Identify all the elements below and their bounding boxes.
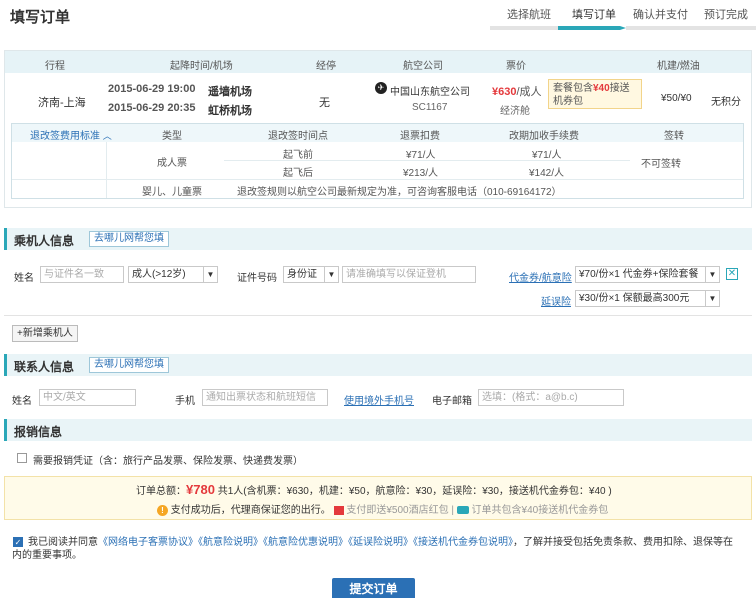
passenger-type-select[interactable]: 成人(>12岁) ▼ (128, 266, 218, 283)
col-stops: 经停 (316, 61, 336, 72)
agreement-link[interactable]: 《延误险说明》 (348, 537, 413, 548)
chevron-down-icon: ▼ (203, 267, 217, 282)
email-label: 电子邮箱 (432, 396, 472, 407)
chevron-down-icon: ▼ (705, 267, 719, 282)
email-input[interactable]: 选填：(格式：a@b.c) (478, 389, 624, 406)
reimburse-section-title: 报销信息 (14, 425, 63, 439)
step-confirm-pay: 确认并支付 (633, 9, 688, 21)
ticket-price: ¥630/成人 (492, 86, 542, 98)
reimburse-section-header (4, 419, 752, 441)
airline-name: 中国山东航空公司 (390, 87, 470, 98)
rule-change: ¥71/人 (532, 150, 562, 161)
adult-ticket-label: 成人票 (157, 158, 187, 169)
rule-refund: ¥213/人 (403, 168, 439, 179)
col-airline: 航空公司 (403, 61, 443, 72)
passenger-section-title: 乘机人信息 (14, 234, 75, 248)
tax-fee: ¥50/¥0 (661, 93, 692, 104)
reimburse-checkbox-label: 需要报销凭证（含：旅行产品发票、保险发票、快递费发票） (33, 456, 303, 467)
rules-divider (12, 179, 743, 180)
col-price: 票价 (506, 61, 526, 72)
col-route: 行程 (45, 61, 65, 72)
insurance-coupon-link[interactable]: 代金券/航意险 (509, 269, 572, 284)
rules-col-refund: 退票扣费 (400, 131, 440, 142)
airline-logo-icon: ✈ (375, 82, 387, 94)
chevron-up-icon: ︿ (102, 131, 112, 141)
chevron-down-icon: ▼ (705, 291, 719, 306)
contact-name-label: 姓名 (12, 396, 32, 407)
contact-name-input[interactable]: 中文/英文 (39, 389, 136, 406)
rules-col-type: 类型 (162, 131, 182, 142)
agreement-link[interactable]: 《航意险优惠说明》 (263, 537, 348, 548)
rule-refund: ¥71/人 (406, 150, 436, 161)
step-select-flight: 选择航班 (507, 9, 551, 21)
rules-col-time: 退改签时间点 (268, 131, 328, 142)
order-total-line: 订单总额：¥780 共1人(含机票：¥630，机建：¥50，航意险：¥30，延误… (136, 482, 612, 497)
rules-col-endorse: 签转 (664, 131, 684, 142)
phone-input[interactable]: 通知出票状态和航班短信 (202, 389, 328, 406)
dep-airport: 遥墙机场 (208, 86, 252, 98)
arr-datetime: 2015-06-29 20:35 (108, 102, 196, 114)
contact-section-title: 联系人信息 (14, 360, 75, 374)
gift-icon (333, 505, 344, 515)
agreement-text: 我已阅读并同意《网络电子客票协议》《航意险说明》《航意险优惠说明》《延误险说明》… (12, 537, 733, 561)
col-tax: 机建/燃油 (657, 61, 700, 72)
rules-divider (106, 142, 107, 198)
phone-label: 手机 (175, 396, 195, 407)
endorse-value: 不可签转 (641, 159, 681, 170)
page-title: 填写订单 (10, 9, 71, 26)
step-bar-rest (626, 26, 756, 30)
step-complete: 预订完成 (704, 9, 748, 21)
car-icon (456, 506, 469, 515)
submit-order-button[interactable]: 提交订单 (332, 578, 415, 598)
insurance-coupon-select[interactable]: ¥70/份×1 代金券+保险套餐 ▼ (575, 266, 720, 283)
package-tag: 套餐包含¥40接送机券包 (548, 79, 642, 109)
close-icon[interactable]: ✕ (726, 268, 738, 280)
passenger-name-label: 姓名 (14, 273, 34, 284)
agreement-link[interactable]: 《网络电子客票协议》 (98, 537, 198, 548)
passenger-help-button[interactable]: 去哪儿网帮您填 (89, 231, 169, 247)
rules-col-change: 改期加收手续费 (509, 131, 579, 142)
id-type-select[interactable]: 身份证 ▼ (283, 266, 339, 283)
id-number-input[interactable]: 请准确填写以保证登机 (342, 266, 476, 283)
chevron-down-icon: ▼ (324, 267, 338, 282)
rule-time: 起飞前 (283, 150, 313, 161)
step-bar-1 (490, 26, 558, 30)
col-time-airport: 起降时间/机场 (170, 61, 233, 72)
flight-table-header (5, 51, 751, 73)
refund-rules-toggle[interactable]: 退改签费用标准 ︿ (30, 127, 112, 142)
flight-number: SC1167 (412, 102, 448, 113)
reimburse-checkbox[interactable] (17, 453, 27, 463)
id-number-label: 证件号码 (237, 273, 277, 284)
child-ticket-label: 婴儿、儿童票 (142, 187, 202, 198)
arr-airport: 虹桥机场 (208, 105, 252, 117)
add-passenger-button[interactable]: +新增乘机人 (12, 325, 78, 342)
foreign-phone-link[interactable]: 使用境外手机号 (344, 392, 414, 407)
delay-insurance-select[interactable]: ¥30/份×1 保额最高300元 ▼ (575, 290, 720, 307)
refund-rules-header (12, 124, 743, 142)
agreement-link[interactable]: 《航意险说明》 (198, 537, 263, 548)
dep-datetime: 2015-06-29 19:00 (108, 83, 196, 95)
cabin-class: 经济舱 (500, 106, 530, 117)
passenger-name-input[interactable]: 与证件名一致 (40, 266, 124, 283)
order-total-amount: ¥780 (186, 482, 215, 497)
points-info: 无积分 (711, 97, 741, 108)
child-ticket-note: 退改签规则以航空公司最新规定为准，可咨询客服电话（010-69164172） (237, 187, 562, 198)
progress-steps: 选择航班 填写订单 确认并支付 预订完成 (490, 6, 756, 30)
step-fill-order: 填写订单 (572, 9, 616, 21)
delay-insurance-link[interactable]: 延误险 (541, 293, 571, 308)
flight-route: 济南-上海 (38, 97, 86, 109)
rule-time: 起飞后 (283, 168, 313, 179)
payment-notice: ! 支付成功后，代理商保证您的出行。 支付即送¥500酒店红包 | 订单共包含¥… (157, 501, 608, 516)
flight-stops: 无 (319, 97, 330, 109)
agreement-link[interactable]: 《接送机代金券包说明》 (413, 537, 513, 548)
step-bar-current (558, 26, 620, 30)
divider (4, 315, 752, 316)
contact-help-button[interactable]: 去哪儿网帮您填 (89, 357, 169, 373)
info-icon: ! (157, 504, 168, 516)
rule-change: ¥142/人 (529, 168, 565, 179)
